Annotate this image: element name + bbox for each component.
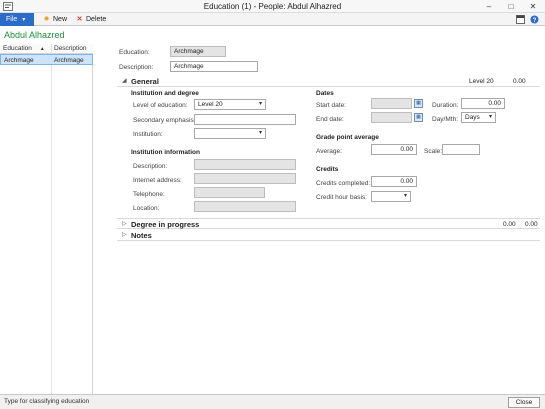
chevron-down-icon: ▾ (258, 101, 262, 107)
description-field[interactable]: Archmage (170, 61, 258, 72)
close-button[interactable]: Close (508, 397, 540, 408)
day-month-label: Day/Mth: (432, 116, 459, 123)
secondary-emphasis-field[interactable] (194, 114, 296, 125)
calendar-icon[interactable]: ▦ (414, 99, 423, 108)
column-header-education[interactable]: Education ▲ (0, 44, 51, 54)
level-value: Level 20 (198, 101, 223, 108)
column-divider (51, 44, 52, 394)
chevron-down-icon: ▾ (403, 193, 407, 199)
file-tab[interactable]: File ▾ (0, 13, 34, 26)
institution-description-field (194, 159, 296, 170)
credits-completed-field[interactable]: 0.00 (371, 176, 417, 187)
credits-completed-label: Credits completed: (316, 180, 371, 187)
institution-info-section-title: Institution information (131, 149, 200, 156)
description-label: Description: (119, 64, 154, 71)
help-icon[interactable]: ? (530, 15, 539, 24)
expand-icon: ▷ (122, 232, 127, 238)
title-bar: Education (1) - People: Abdul Alhazred –… (0, 0, 545, 13)
credit-hour-basis-label: Credit hour basis: (316, 194, 367, 201)
education-field[interactable]: Archmage (170, 46, 226, 57)
window-close-button[interactable]: ✕ (522, 0, 544, 13)
table-row[interactable]: Archmage Archmage (0, 54, 93, 65)
degree-summary-value-1: 0.00 (503, 221, 516, 228)
new-label: New (53, 16, 68, 23)
end-date-label: End date: (316, 116, 344, 123)
dates-section-title: Dates (316, 90, 334, 97)
secondary-emphasis-label: Secondary emphasis: (133, 117, 196, 124)
file-label: File (6, 16, 18, 23)
delete-button[interactable]: ✕ Delete (75, 13, 107, 26)
internet-address-field (194, 173, 296, 184)
collapse-icon: ◢ (122, 78, 127, 84)
cell-description: Archmage (54, 57, 84, 64)
general-summary-value: 0.00 (513, 78, 526, 85)
column-header-description[interactable]: Description (51, 44, 93, 54)
column-header-education-label: Education (3, 45, 32, 52)
sort-ascending-icon: ▲ (39, 46, 45, 52)
new-button[interactable]: ✹ New (42, 13, 67, 26)
action-pane: File ▾ ✹ New ✕ Delete ? (0, 13, 545, 26)
record-title: Abdul Alhazred (4, 30, 65, 40)
scale-field[interactable] (442, 144, 480, 155)
end-date-field[interactable] (371, 112, 412, 123)
telephone-field (194, 187, 265, 198)
institution-label: Institution: (133, 131, 163, 138)
status-text: Type for classifying education (4, 398, 90, 405)
start-date-field[interactable] (371, 98, 412, 109)
institution-description-label: Description: (133, 163, 168, 170)
duration-label: Duration: (432, 102, 459, 109)
scale-label: Scale: (424, 148, 443, 155)
degree-in-progress-fasttab[interactable]: ▷ Degree in progress 0.00 0.00 (117, 218, 540, 229)
institution-section-title: Institution and degree (131, 90, 199, 97)
chevron-down-icon: ▾ (258, 130, 262, 136)
education-label: Education: (119, 49, 150, 56)
general-summary-level: Level 20 (469, 78, 494, 85)
calendar-icon[interactable]: ▦ (414, 113, 423, 122)
telephone-label: Telephone: (133, 191, 165, 198)
level-of-education-select[interactable]: Level 20 ▾ (194, 99, 266, 110)
location-field (194, 201, 296, 212)
day-month-value: Days (465, 114, 480, 121)
status-bar: Type for classifying education Close (0, 394, 545, 409)
minimize-button[interactable]: – (478, 0, 500, 13)
average-label: Average: (316, 148, 342, 155)
delete-label: Delete (86, 16, 107, 23)
credit-hour-basis-select[interactable]: ▾ (371, 191, 411, 202)
chevron-down-icon: ▾ (22, 17, 26, 23)
degree-summary-value-2: 0.00 (525, 221, 538, 228)
chevron-down-icon: ▾ (488, 114, 492, 120)
window-title: Education (1) - People: Abdul Alhazred (203, 2, 342, 11)
day-month-select[interactable]: Days ▾ (461, 112, 496, 123)
layout-icon[interactable] (516, 15, 525, 24)
degree-in-progress-title: Degree in progress (131, 220, 200, 229)
notes-fasttab[interactable]: ▷ Notes (117, 230, 540, 241)
internet-address-label: Internet address: (133, 177, 182, 184)
expand-icon: ▷ (122, 221, 127, 227)
location-label: Location: (133, 205, 160, 212)
svg-text:?: ? (533, 18, 537, 24)
general-fasttab[interactable]: ◢ General Level 20 0.00 (117, 76, 540, 87)
average-field[interactable]: 0.00 (371, 144, 417, 155)
new-icon: ✹ (43, 16, 50, 23)
credits-section-title: Credits (316, 166, 339, 173)
maximize-button[interactable]: □ (500, 0, 522, 13)
duration-field[interactable]: 0.00 (461, 98, 505, 109)
gpa-section-title: Grade point average (316, 134, 379, 141)
level-label: Level of education: (133, 102, 188, 109)
delete-icon: ✕ (76, 16, 83, 23)
institution-select[interactable]: ▾ (194, 128, 266, 139)
education-grid: Education ▲ Description Archmage Archmag… (0, 44, 93, 394)
cell-education: Archmage (4, 57, 34, 64)
start-date-label: Start date: (316, 102, 346, 109)
general-title: General (131, 77, 159, 86)
notes-title: Notes (131, 231, 152, 240)
